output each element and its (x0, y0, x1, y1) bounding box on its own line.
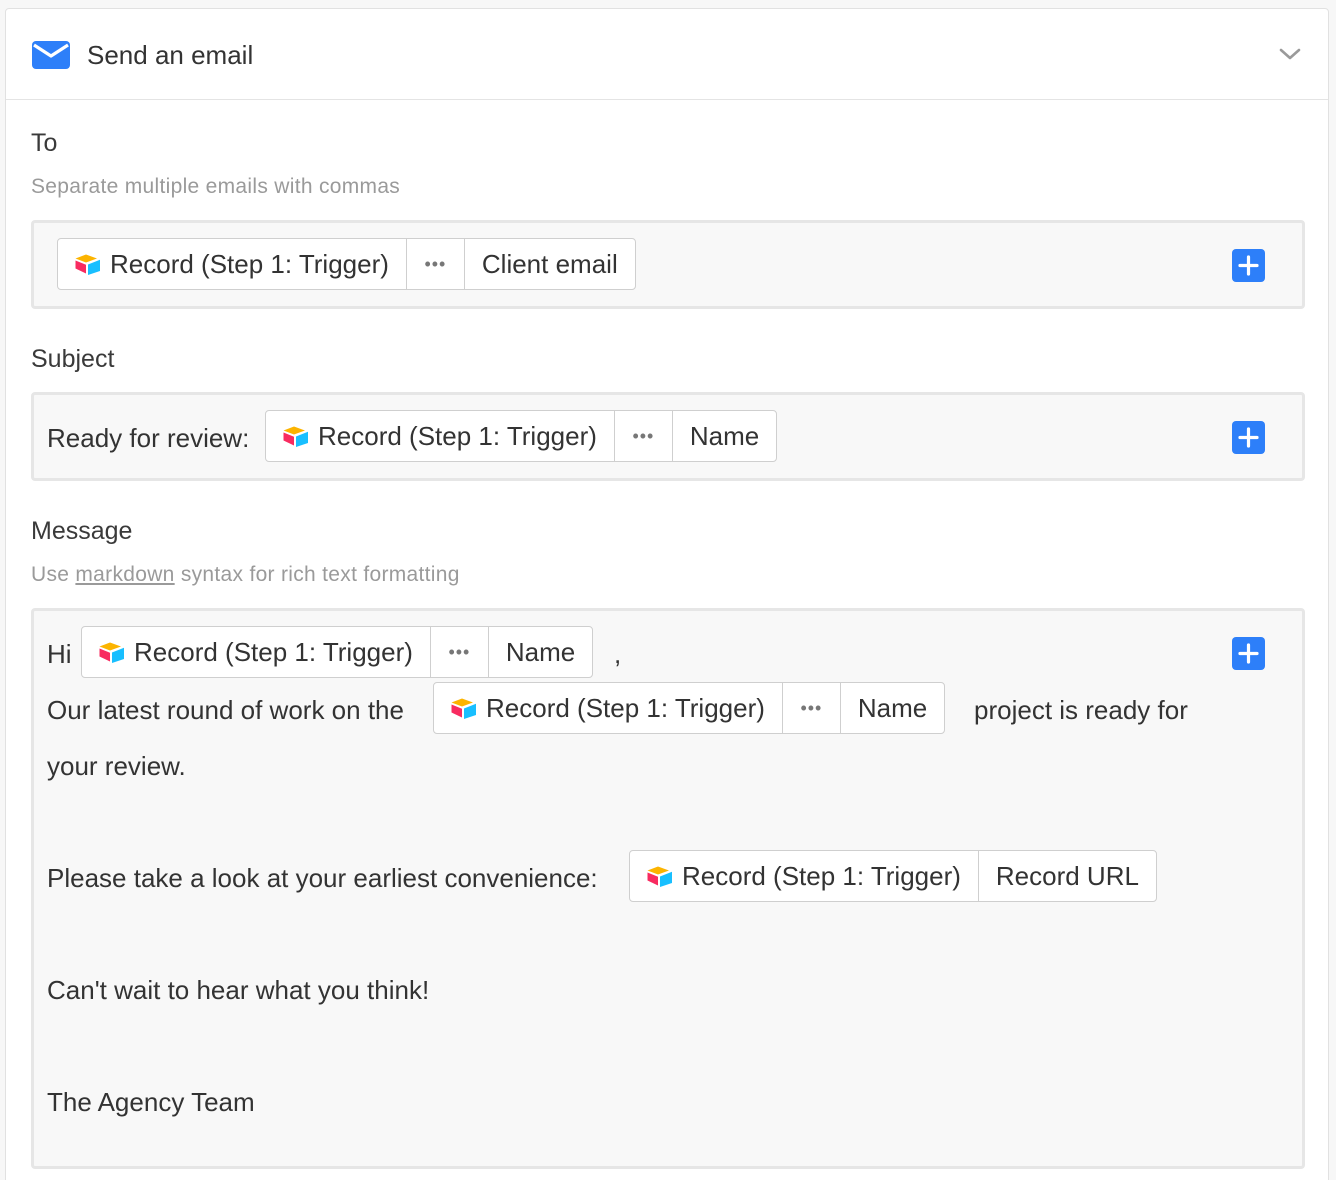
message-field[interactable]: Hi Record (Step 1: Trigger) ••• Name , O… (31, 608, 1305, 1169)
action-title: Send an email (87, 40, 254, 70)
token-field[interactable]: Client email (463, 239, 635, 289)
token-field[interactable]: Name (671, 411, 776, 461)
subject-prefix: Ready for review: (47, 423, 250, 453)
plus-icon (1238, 643, 1259, 664)
chevron-down-icon[interactable] (1278, 45, 1302, 63)
hint-text: Use (31, 563, 70, 586)
airtable-logo-icon (99, 641, 125, 663)
to-hint: Separate multiple emails with commas (31, 175, 401, 198)
subject-token[interactable]: Record (Step 1: Trigger) ••• Name (265, 410, 778, 462)
message-hint: Use markdown syntax for rich text format… (31, 563, 460, 587)
message-label: Message (31, 517, 133, 545)
token-more-button[interactable]: ••• (613, 411, 672, 461)
airtable-logo-icon (75, 253, 101, 275)
token-source[interactable]: Record (Step 1: Trigger) (630, 851, 978, 901)
token-source-label: Record (Step 1: Trigger) (682, 860, 961, 891)
token-more-button[interactable]: ••• (429, 627, 488, 677)
insert-button[interactable] (1232, 637, 1265, 670)
token-more-button[interactable]: ••• (781, 683, 840, 733)
message-text: The Agency Team (47, 1087, 255, 1117)
message-token[interactable]: Record (Step 1: Trigger) ••• Name (81, 626, 594, 678)
token-source[interactable]: Record (Step 1: Trigger) (434, 683, 782, 733)
message-text: , (614, 639, 622, 669)
token-field[interactable]: Name (487, 627, 592, 677)
token-more-button[interactable]: ••• (405, 239, 464, 289)
insert-button[interactable] (1232, 421, 1265, 454)
subject-field[interactable]: Ready for review: Record (Step 1: Trigge… (31, 392, 1305, 481)
token-source-label: Record (Step 1: Trigger) (486, 692, 765, 723)
token-source-label: Record (Step 1: Trigger) (318, 420, 597, 451)
message-token[interactable]: Record (Step 1: Trigger) ••• Name (433, 682, 946, 734)
message-token[interactable]: Record (Step 1: Trigger) Record URL (629, 850, 1157, 902)
markdown-link[interactable]: markdown (75, 563, 174, 586)
token-field[interactable]: Record URL (977, 851, 1156, 901)
message-text: Our latest round of work on the (47, 695, 404, 725)
action-header[interactable]: Send an email (6, 9, 1328, 100)
message-text: Please take a look at your earliest conv… (47, 863, 598, 893)
airtable-logo-icon (647, 865, 673, 887)
message-text: your review. (47, 751, 186, 781)
airtable-logo-icon (283, 425, 309, 447)
send-email-action-panel: Send an email To Separate multiple email… (5, 8, 1329, 1180)
token-source[interactable]: Record (Step 1: Trigger) (58, 239, 406, 289)
plus-icon (1238, 255, 1259, 276)
airtable-logo-icon (451, 697, 477, 719)
plus-icon (1238, 427, 1259, 448)
token-source[interactable]: Record (Step 1: Trigger) (266, 411, 614, 461)
envelope-icon (32, 41, 70, 69)
message-text: project is ready for (974, 695, 1188, 725)
message-text: Can't wait to hear what you think! (47, 975, 430, 1005)
token-field[interactable]: Name (839, 683, 944, 733)
subject-label: Subject (31, 345, 115, 373)
to-token[interactable]: Record (Step 1: Trigger) ••• Client emai… (57, 238, 636, 290)
token-source-label: Record (Step 1: Trigger) (110, 248, 389, 279)
token-source[interactable]: Record (Step 1: Trigger) (82, 627, 430, 677)
token-source-label: Record (Step 1: Trigger) (134, 636, 413, 667)
to-field[interactable]: Record (Step 1: Trigger) ••• Client emai… (31, 220, 1305, 309)
hint-text: syntax for rich text formatting (180, 563, 460, 586)
message-text: Hi (47, 639, 72, 669)
to-label: To (31, 129, 58, 157)
insert-button[interactable] (1232, 249, 1265, 282)
